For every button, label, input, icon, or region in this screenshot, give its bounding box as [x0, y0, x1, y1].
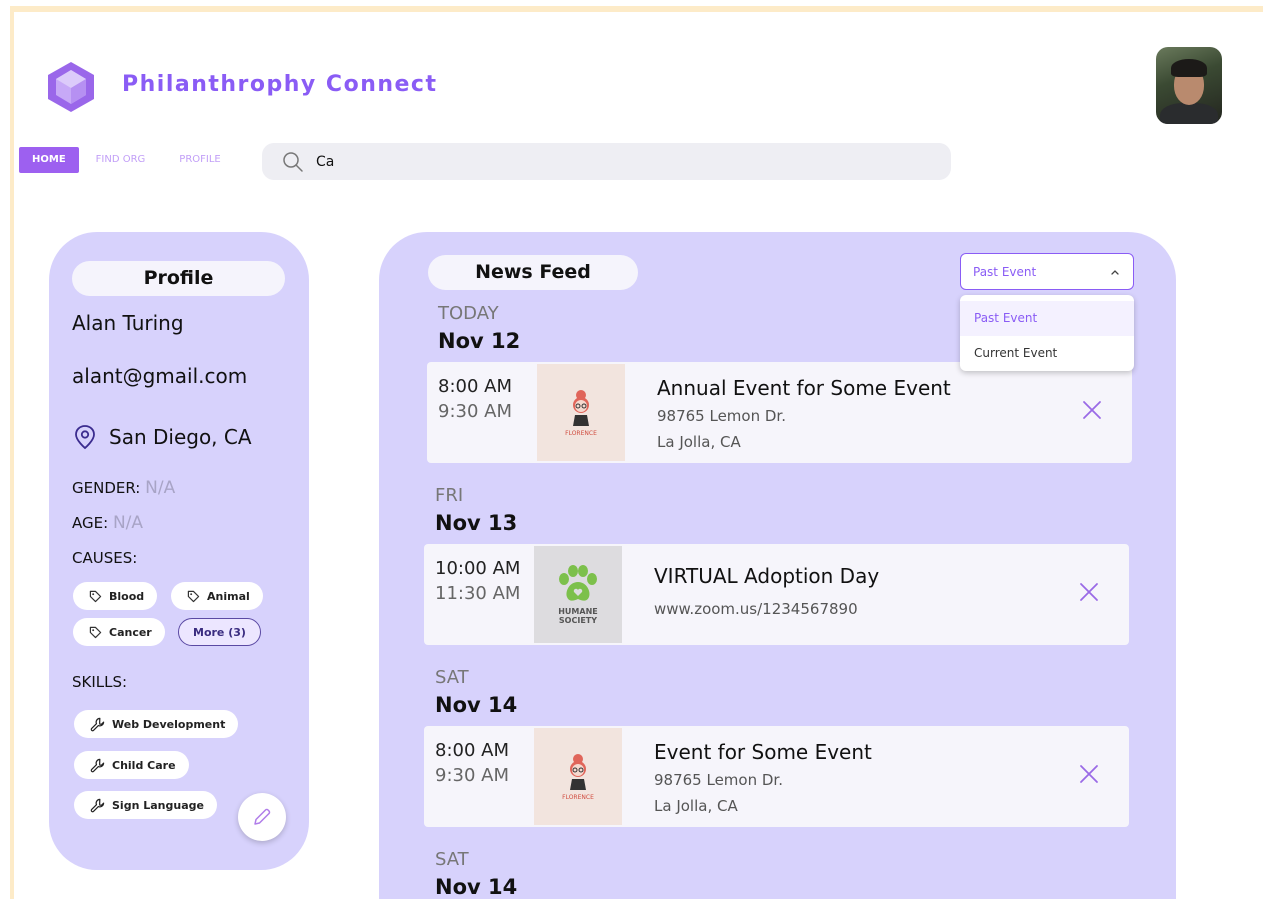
day-date: Nov 14 — [435, 875, 518, 899]
profile-age: AGE: N/A — [72, 513, 143, 533]
event-time: 8:00 AM 9:30 AM — [438, 376, 512, 422]
wrench-icon — [90, 758, 105, 772]
chevron-up-icon — [1111, 269, 1119, 275]
event-title: VIRTUAL Adoption Day — [654, 564, 880, 588]
nav-profile[interactable]: PROFILE — [162, 147, 237, 173]
cause-tag-blood[interactable]: Blood — [73, 582, 158, 610]
day-label: SAT — [435, 667, 469, 688]
day-label: TODAY — [438, 303, 499, 324]
close-icon[interactable] — [1077, 580, 1101, 604]
profile-email: alant@gmail.com — [72, 364, 248, 388]
florence-logo-icon — [570, 754, 586, 790]
event-filter-selected: Past Event — [973, 264, 1037, 279]
org-logo-florence: FLORENCE — [537, 364, 625, 461]
wrench-icon — [90, 717, 105, 731]
wrench-icon — [90, 798, 105, 812]
org-logo-florence: FLORENCE — [534, 728, 622, 825]
tag-icon — [89, 590, 102, 602]
day-date: Nov 13 — [435, 511, 518, 535]
event-time: 8:00 AM 9:30 AM — [435, 740, 509, 786]
profile-location: San Diego, CA — [72, 424, 252, 450]
event-card[interactable]: 8:00 AM 9:30 AM FLORENCE Event for Some … — [424, 726, 1129, 827]
option-past-event[interactable]: Past Event — [960, 301, 1134, 336]
florence-logo-icon — [573, 390, 589, 426]
close-icon[interactable] — [1080, 398, 1104, 422]
tag-icon — [187, 590, 200, 602]
event-link[interactable]: www.zoom.us/1234567890 — [654, 600, 858, 618]
skill-tag-child-care[interactable]: Child Care — [74, 751, 189, 779]
nav-find-org[interactable]: FIND ORG — [79, 147, 163, 173]
skills-label: SKILLS: — [72, 673, 128, 691]
profile-panel: Profile Alan Turing alant@gmail.com San … — [49, 232, 309, 870]
event-time: 10:00 AM 11:30 AM — [435, 558, 521, 604]
nav-home[interactable]: HOME — [19, 147, 79, 173]
edit-profile-button[interactable] — [238, 793, 286, 841]
gender-label: GENDER: — [72, 479, 141, 497]
event-title: Annual Event for Some Event — [657, 376, 951, 400]
search-icon[interactable] — [282, 151, 304, 173]
age-label: AGE: — [72, 514, 109, 532]
day-label: SAT — [435, 849, 469, 870]
profile-gender: GENDER: N/A — [72, 478, 175, 498]
location-pin-icon — [75, 425, 95, 450]
search-input[interactable] — [316, 153, 916, 170]
event-card[interactable]: 10:00 AM 11:30 AM HUMANE SOCIETY VIRTUAL… — [424, 544, 1129, 645]
event-address-line2: La Jolla, CA — [657, 433, 741, 451]
event-address-line2: La Jolla, CA — [654, 797, 738, 815]
search-bar — [262, 143, 951, 180]
profile-location-text: San Diego, CA — [109, 425, 252, 449]
event-card[interactable]: 8:00 AM 9:30 AM FLORENCE Annual Event fo… — [427, 362, 1132, 463]
day-date: Nov 12 — [438, 329, 521, 353]
event-filter-dropdown[interactable]: Past Event — [960, 253, 1134, 290]
tag-icon — [89, 626, 102, 638]
org-logo-humane-society: HUMANE SOCIETY — [534, 546, 622, 643]
news-feed-heading: News Feed — [428, 255, 638, 290]
event-address-line1: 98765 Lemon Dr. — [657, 407, 786, 425]
close-icon[interactable] — [1077, 762, 1101, 786]
main-nav: HOME FIND ORG PROFILE — [19, 147, 238, 173]
user-avatar[interactable] — [1156, 47, 1222, 124]
skill-tag-web-development[interactable]: Web Development — [74, 710, 239, 738]
event-filter-menu: Past Event Current Event — [960, 295, 1134, 371]
event-address-line1: 98765 Lemon Dr. — [654, 771, 783, 789]
causes-more-button[interactable]: More (3) — [178, 618, 261, 646]
app-title: Philanthrophy Connect — [122, 72, 438, 97]
day-date: Nov 14 — [435, 693, 518, 717]
profile-heading: Profile — [72, 261, 285, 296]
window-border-top — [10, 6, 1263, 12]
cause-tag-animal[interactable]: Animal — [171, 582, 263, 610]
paw-print-icon — [559, 564, 597, 601]
option-current-event[interactable]: Current Event — [960, 336, 1134, 371]
app-logo-icon — [44, 60, 98, 114]
age-value: N/A — [112, 513, 144, 533]
gender-value: N/A — [145, 478, 176, 498]
profile-name: Alan Turing — [72, 311, 184, 335]
window-border-left — [10, 6, 14, 899]
event-title: Event for Some Event — [654, 740, 872, 764]
cause-tag-cancer[interactable]: Cancer — [73, 618, 165, 646]
causes-label: CAUSES: — [72, 549, 138, 567]
pencil-icon — [254, 808, 271, 825]
day-label: FRI — [435, 485, 464, 506]
skill-tag-sign-language[interactable]: Sign Language — [74, 791, 217, 819]
